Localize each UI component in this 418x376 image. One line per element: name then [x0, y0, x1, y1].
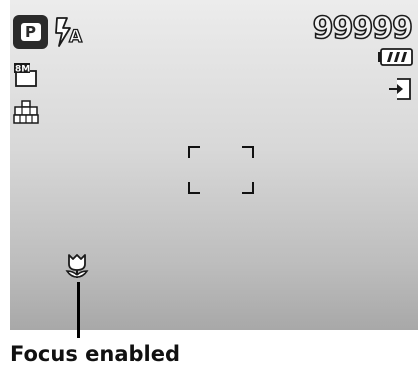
- shots-remaining-counter: 99999: [312, 11, 414, 47]
- focus-callout-label: Focus enabled: [10, 342, 180, 366]
- focus-bracket-bottom-right: [242, 182, 254, 194]
- quality-icon: [13, 100, 39, 124]
- program-mode-icon: P: [13, 15, 48, 49]
- image-size-label: 8M: [15, 65, 30, 75]
- focus-bracket-top-left: [188, 146, 200, 158]
- callout-pointer-line: [77, 282, 80, 338]
- battery-icon: [378, 48, 413, 66]
- mode-label: P: [20, 23, 41, 41]
- flash-mode-label: A: [69, 27, 83, 47]
- macro-icon: [65, 254, 89, 278]
- image-size-8m-icon: 8M: [14, 63, 37, 87]
- focus-bracket-top-right: [242, 146, 254, 158]
- memory-card-icon: [389, 78, 411, 100]
- flash-auto-icon: A: [55, 17, 84, 48]
- focus-bracket-bottom-left: [188, 182, 200, 194]
- camera-lcd-screen: P A 8M 99999: [10, 0, 418, 330]
